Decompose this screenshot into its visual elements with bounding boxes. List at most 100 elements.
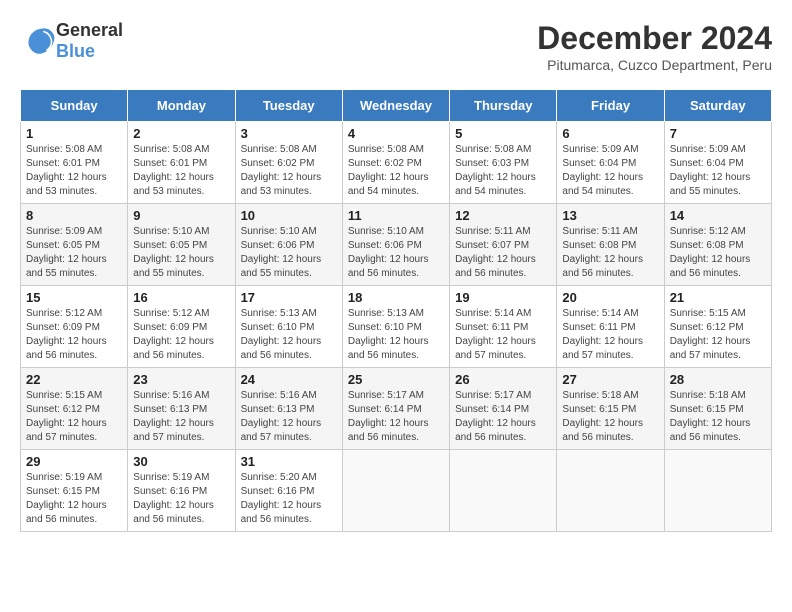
day-number: 24 (241, 372, 337, 387)
day-info: Sunrise: 5:09 AM Sunset: 6:05 PM Dayligh… (26, 225, 122, 281)
day-info: Sunrise: 5:11 AM Sunset: 6:07 PM Dayligh… (455, 225, 551, 281)
table-row: 27 Sunrise: 5:18 AM Sunset: 6:15 PM Dayli… (557, 368, 664, 450)
table-row: 24 Sunrise: 5:16 AM Sunset: 6:13 PM Dayli… (235, 368, 342, 450)
day-info: Sunrise: 5:12 AM Sunset: 6:09 PM Dayligh… (26, 307, 122, 363)
main-title: December 2024 (537, 20, 772, 57)
day-info: Sunrise: 5:17 AM Sunset: 6:14 PM Dayligh… (348, 389, 444, 445)
day-number: 20 (562, 290, 658, 305)
day-number: 23 (133, 372, 229, 387)
subtitle: Pitumarca, Cuzco Department, Peru (537, 57, 772, 73)
table-row: 20 Sunrise: 5:14 AM Sunset: 6:11 PM Dayli… (557, 286, 664, 368)
table-row: 2 Sunrise: 5:08 AM Sunset: 6:01 PM Daylig… (128, 122, 235, 204)
day-info: Sunrise: 5:18 AM Sunset: 6:15 PM Dayligh… (670, 389, 766, 445)
col-sunday: Sunday (21, 90, 128, 122)
day-info: Sunrise: 5:10 AM Sunset: 6:05 PM Dayligh… (133, 225, 229, 281)
day-number: 12 (455, 208, 551, 223)
calendar-week-row: 29 Sunrise: 5:19 AM Sunset: 6:15 PM Dayli… (21, 450, 772, 532)
day-number: 31 (241, 454, 337, 469)
day-info: Sunrise: 5:09 AM Sunset: 6:04 PM Dayligh… (670, 143, 766, 199)
day-info: Sunrise: 5:14 AM Sunset: 6:11 PM Dayligh… (562, 307, 658, 363)
calendar-header-row: Sunday Monday Tuesday Wednesday Thursday… (21, 90, 772, 122)
day-info: Sunrise: 5:11 AM Sunset: 6:08 PM Dayligh… (562, 225, 658, 281)
day-number: 28 (670, 372, 766, 387)
col-wednesday: Wednesday (342, 90, 449, 122)
table-row: 8 Sunrise: 5:09 AM Sunset: 6:05 PM Daylig… (21, 204, 128, 286)
table-row: 9 Sunrise: 5:10 AM Sunset: 6:05 PM Daylig… (128, 204, 235, 286)
day-number: 29 (26, 454, 122, 469)
table-row: 17Sunrise: 5:13 AM Sunset: 6:10 PM Dayli… (235, 286, 342, 368)
day-info: Sunrise: 5:13 AM Sunset: 6:10 PM Dayligh… (348, 307, 444, 363)
table-row: 19Sunrise: 5:14 AM Sunset: 6:11 PM Dayli… (450, 286, 557, 368)
day-number: 2 (133, 126, 229, 141)
header: General Blue December 2024 Pitumarca, Cu… (20, 20, 772, 73)
day-info: Sunrise: 5:08 AM Sunset: 6:01 PM Dayligh… (26, 143, 122, 199)
calendar-week-row: 1Sunrise: 5:08 AM Sunset: 6:01 PM Daylig… (21, 122, 772, 204)
table-row: 13 Sunrise: 5:11 AM Sunset: 6:08 PM Dayli… (557, 204, 664, 286)
day-number: 11 (348, 208, 444, 223)
day-info: Sunrise: 5:19 AM Sunset: 6:15 PM Dayligh… (26, 471, 122, 527)
table-row: 4 Sunrise: 5:08 AM Sunset: 6:02 PM Daylig… (342, 122, 449, 204)
day-info: Sunrise: 5:15 AM Sunset: 6:12 PM Dayligh… (26, 389, 122, 445)
day-number: 30 (133, 454, 229, 469)
day-number: 10 (241, 208, 337, 223)
day-info: Sunrise: 5:12 AM Sunset: 6:09 PM Dayligh… (133, 307, 229, 363)
day-number: 8 (26, 208, 122, 223)
calendar: Sunday Monday Tuesday Wednesday Thursday… (20, 89, 772, 532)
day-info: Sunrise: 5:16 AM Sunset: 6:13 PM Dayligh… (133, 389, 229, 445)
day-number: 21 (670, 290, 766, 305)
table-row: 18Sunrise: 5:13 AM Sunset: 6:10 PM Dayli… (342, 286, 449, 368)
calendar-week-row: 8 Sunrise: 5:09 AM Sunset: 6:05 PM Daylig… (21, 204, 772, 286)
col-tuesday: Tuesday (235, 90, 342, 122)
table-row: 30 Sunrise: 5:19 AM Sunset: 6:16 PM Dayli… (128, 450, 235, 532)
day-info: Sunrise: 5:15 AM Sunset: 6:12 PM Dayligh… (670, 307, 766, 363)
day-info: Sunrise: 5:16 AM Sunset: 6:13 PM Dayligh… (241, 389, 337, 445)
day-number: 26 (455, 372, 551, 387)
day-info: Sunrise: 5:08 AM Sunset: 6:02 PM Dayligh… (348, 143, 444, 199)
table-row: 1Sunrise: 5:08 AM Sunset: 6:01 PM Daylig… (21, 122, 128, 204)
day-info: Sunrise: 5:14 AM Sunset: 6:11 PM Dayligh… (455, 307, 551, 363)
day-info: Sunrise: 5:13 AM Sunset: 6:10 PM Dayligh… (241, 307, 337, 363)
day-number: 6 (562, 126, 658, 141)
day-number: 4 (348, 126, 444, 141)
table-row: 14Sunrise: 5:12 AM Sunset: 6:08 PM Dayli… (664, 204, 771, 286)
day-number: 9 (133, 208, 229, 223)
table-row: 5Sunrise: 5:08 AM Sunset: 6:03 PM Daylig… (450, 122, 557, 204)
table-row: 12 Sunrise: 5:11 AM Sunset: 6:07 PM Dayli… (450, 204, 557, 286)
table-row: 3Sunrise: 5:08 AM Sunset: 6:02 PM Daylig… (235, 122, 342, 204)
col-friday: Friday (557, 90, 664, 122)
day-info: Sunrise: 5:10 AM Sunset: 6:06 PM Dayligh… (241, 225, 337, 281)
table-row: 10 Sunrise: 5:10 AM Sunset: 6:06 PM Dayli… (235, 204, 342, 286)
day-info: Sunrise: 5:08 AM Sunset: 6:01 PM Dayligh… (133, 143, 229, 199)
table-row: 31Sunrise: 5:20 AM Sunset: 6:16 PM Dayli… (235, 450, 342, 532)
calendar-week-row: 22Sunrise: 5:15 AM Sunset: 6:12 PM Dayli… (21, 368, 772, 450)
day-info: Sunrise: 5:12 AM Sunset: 6:08 PM Dayligh… (670, 225, 766, 281)
table-row (450, 450, 557, 532)
table-row: 21 Sunrise: 5:15 AM Sunset: 6:12 PM Dayli… (664, 286, 771, 368)
day-info: Sunrise: 5:08 AM Sunset: 6:03 PM Dayligh… (455, 143, 551, 199)
day-info: Sunrise: 5:18 AM Sunset: 6:15 PM Dayligh… (562, 389, 658, 445)
table-row: 26Sunrise: 5:17 AM Sunset: 6:14 PM Dayli… (450, 368, 557, 450)
table-row: 23 Sunrise: 5:16 AM Sunset: 6:13 PM Dayli… (128, 368, 235, 450)
logo-blue: Blue (56, 41, 95, 61)
day-number: 13 (562, 208, 658, 223)
table-row: 25 Sunrise: 5:17 AM Sunset: 6:14 PM Dayli… (342, 368, 449, 450)
title-area: December 2024 Pitumarca, Cuzco Departmen… (537, 20, 772, 73)
table-row: 6Sunrise: 5:09 AM Sunset: 6:04 PM Daylig… (557, 122, 664, 204)
col-thursday: Thursday (450, 90, 557, 122)
day-number: 15 (26, 290, 122, 305)
day-number: 16 (133, 290, 229, 305)
col-monday: Monday (128, 90, 235, 122)
col-saturday: Saturday (664, 90, 771, 122)
table-row: 11Sunrise: 5:10 AM Sunset: 6:06 PM Dayli… (342, 204, 449, 286)
table-row: 15 Sunrise: 5:12 AM Sunset: 6:09 PM Dayli… (21, 286, 128, 368)
table-row (664, 450, 771, 532)
logo-general: General (56, 20, 123, 40)
day-info: Sunrise: 5:08 AM Sunset: 6:02 PM Dayligh… (241, 143, 337, 199)
logo-icon (24, 25, 56, 57)
logo-text: General Blue (56, 20, 123, 62)
table-row: 29 Sunrise: 5:19 AM Sunset: 6:15 PM Dayli… (21, 450, 128, 532)
day-number: 27 (562, 372, 658, 387)
day-info: Sunrise: 5:19 AM Sunset: 6:16 PM Dayligh… (133, 471, 229, 527)
day-number: 25 (348, 372, 444, 387)
day-number: 7 (670, 126, 766, 141)
